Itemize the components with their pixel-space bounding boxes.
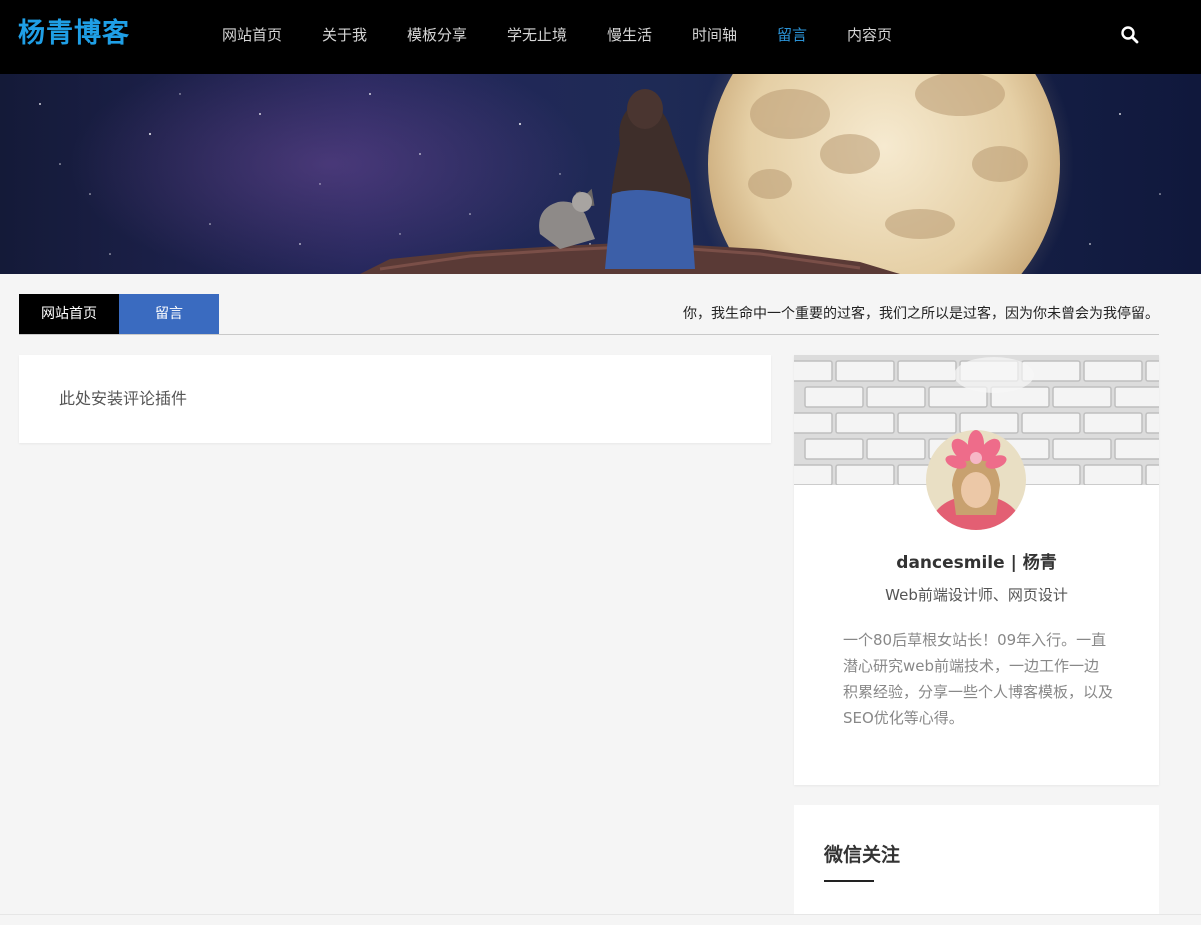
comment-plugin-placeholder: 此处安装评论插件 <box>59 389 188 408</box>
author-name: dancesmile | 杨青 <box>896 553 1057 573</box>
page-bottom-divider <box>0 914 1201 915</box>
breadcrumb-current[interactable]: 留言 <box>119 294 219 334</box>
wechat-follow-title: 微信关注 <box>824 844 901 866</box>
nav-item-content[interactable]: 内容页 <box>847 24 892 46</box>
breadcrumb: 网站首页 留言 你，我生命中一个重要的过客，我们之所以是过客，因为你未曾会为我停… <box>19 294 1159 335</box>
hero-banner <box>0 74 1201 274</box>
wechat-follow-card: 微信关注 <box>794 805 1159 915</box>
nav-item-learning[interactable]: 学无止境 <box>507 24 567 46</box>
breadcrumb-home[interactable]: 网站首页 <box>19 294 119 334</box>
nav-item-guestbook[interactable]: 留言 <box>777 24 807 46</box>
avatar[interactable] <box>926 430 1026 530</box>
page-slogan: 你，我生命中一个重要的过客，我们之所以是过客，因为你未曾会为我停留。 <box>683 306 1159 322</box>
profile-card: dancesmile | 杨青 Web前端设计师、网页设计 一个80后草根女站长… <box>794 355 1159 785</box>
nav-item-home[interactable]: 网站首页 <box>222 24 282 46</box>
top-navbar: 杨青博客 网站首页 关于我 模板分享 学无止境 慢生活 时间轴 留言 内容页 <box>0 0 1201 74</box>
author-role: Web前端设计师、网页设计 <box>885 586 1068 604</box>
site-logo[interactable]: 杨青博客 <box>18 16 130 52</box>
banner-illustration <box>39 74 1161 274</box>
nav-item-slow-life[interactable]: 慢生活 <box>607 24 652 46</box>
nav-item-timeline[interactable]: 时间轴 <box>692 24 737 46</box>
nav-item-templates[interactable]: 模板分享 <box>407 24 467 46</box>
author-bio: 一个80后草根女站长！09年入行。一直潜心研究web前端技术，一边工作一边积累经… <box>843 631 1114 727</box>
search-icon[interactable] <box>1120 25 1140 45</box>
nav-item-about[interactable]: 关于我 <box>322 24 367 46</box>
title-underline <box>824 880 874 882</box>
comment-area: 此处安装评论插件 <box>19 355 771 443</box>
